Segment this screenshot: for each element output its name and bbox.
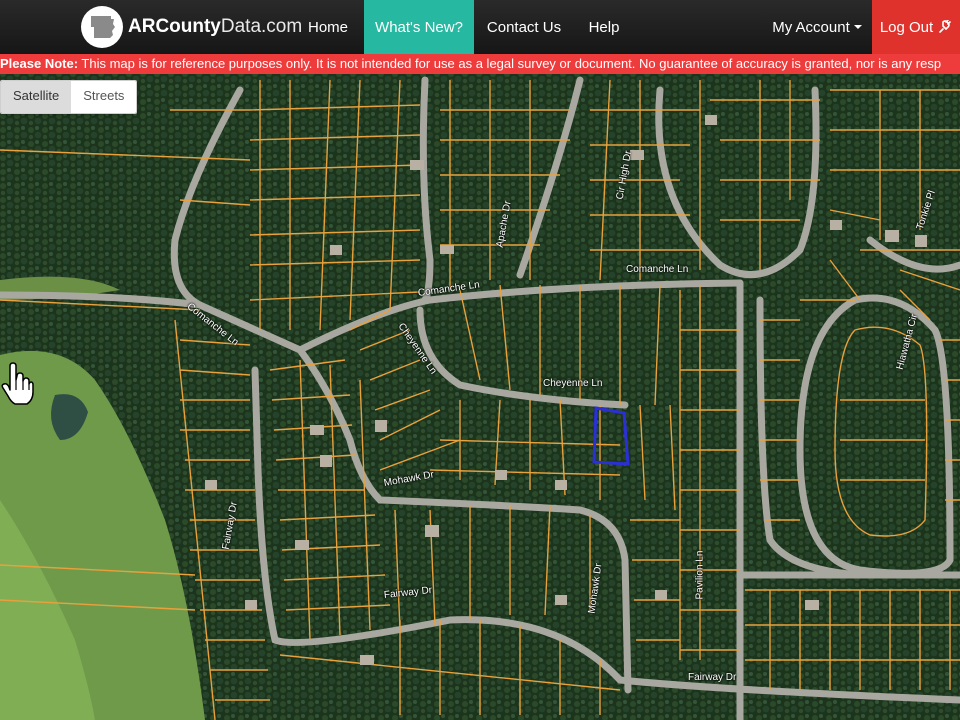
road-label: Fairway Dr: [688, 672, 737, 683]
top-navbar: ARCountyData.com Home What's New? Contac…: [0, 0, 960, 54]
disclaimer-text: This map is for reference purposes only.…: [78, 56, 942, 71]
nav-home[interactable]: Home: [292, 0, 364, 54]
disclaimer-label: Please Note:: [0, 56, 79, 71]
satellite-button[interactable]: Satellite: [1, 81, 72, 113]
logout-label: Log Out: [879, 18, 934, 36]
nav-whats-new[interactable]: What's New?: [364, 0, 474, 54]
my-account-label: My Account: [772, 18, 850, 36]
arkansas-state-icon: [81, 6, 123, 48]
road-label: Pavilion Ln: [694, 550, 706, 600]
hand-pointer-icon: [1, 362, 34, 405]
logout-button[interactable]: Log Out: [872, 0, 960, 54]
nav-my-account[interactable]: My Account: [762, 0, 872, 54]
chevron-down-icon: [853, 25, 862, 29]
parcel-map[interactable]: Satellite Streets Comanche Ln Comanche L…: [0, 74, 960, 720]
road-label: Cheyenne Ln: [543, 378, 603, 389]
plug-icon: [939, 20, 951, 33]
map-canvas[interactable]: [0, 74, 960, 720]
road-label: Comanche Ln: [626, 264, 689, 275]
streets-button[interactable]: Streets: [71, 81, 137, 113]
brand[interactable]: ARCountyData.com: [0, 0, 302, 54]
nav-help[interactable]: Help: [574, 0, 634, 54]
brand-name: ARCountyData.com: [128, 16, 303, 37]
nav-contact-us[interactable]: Contact Us: [474, 0, 574, 54]
disclaimer-banner: Please Note: This map is for reference p…: [0, 54, 960, 74]
map-type-toggle: Satellite Streets: [0, 80, 138, 114]
